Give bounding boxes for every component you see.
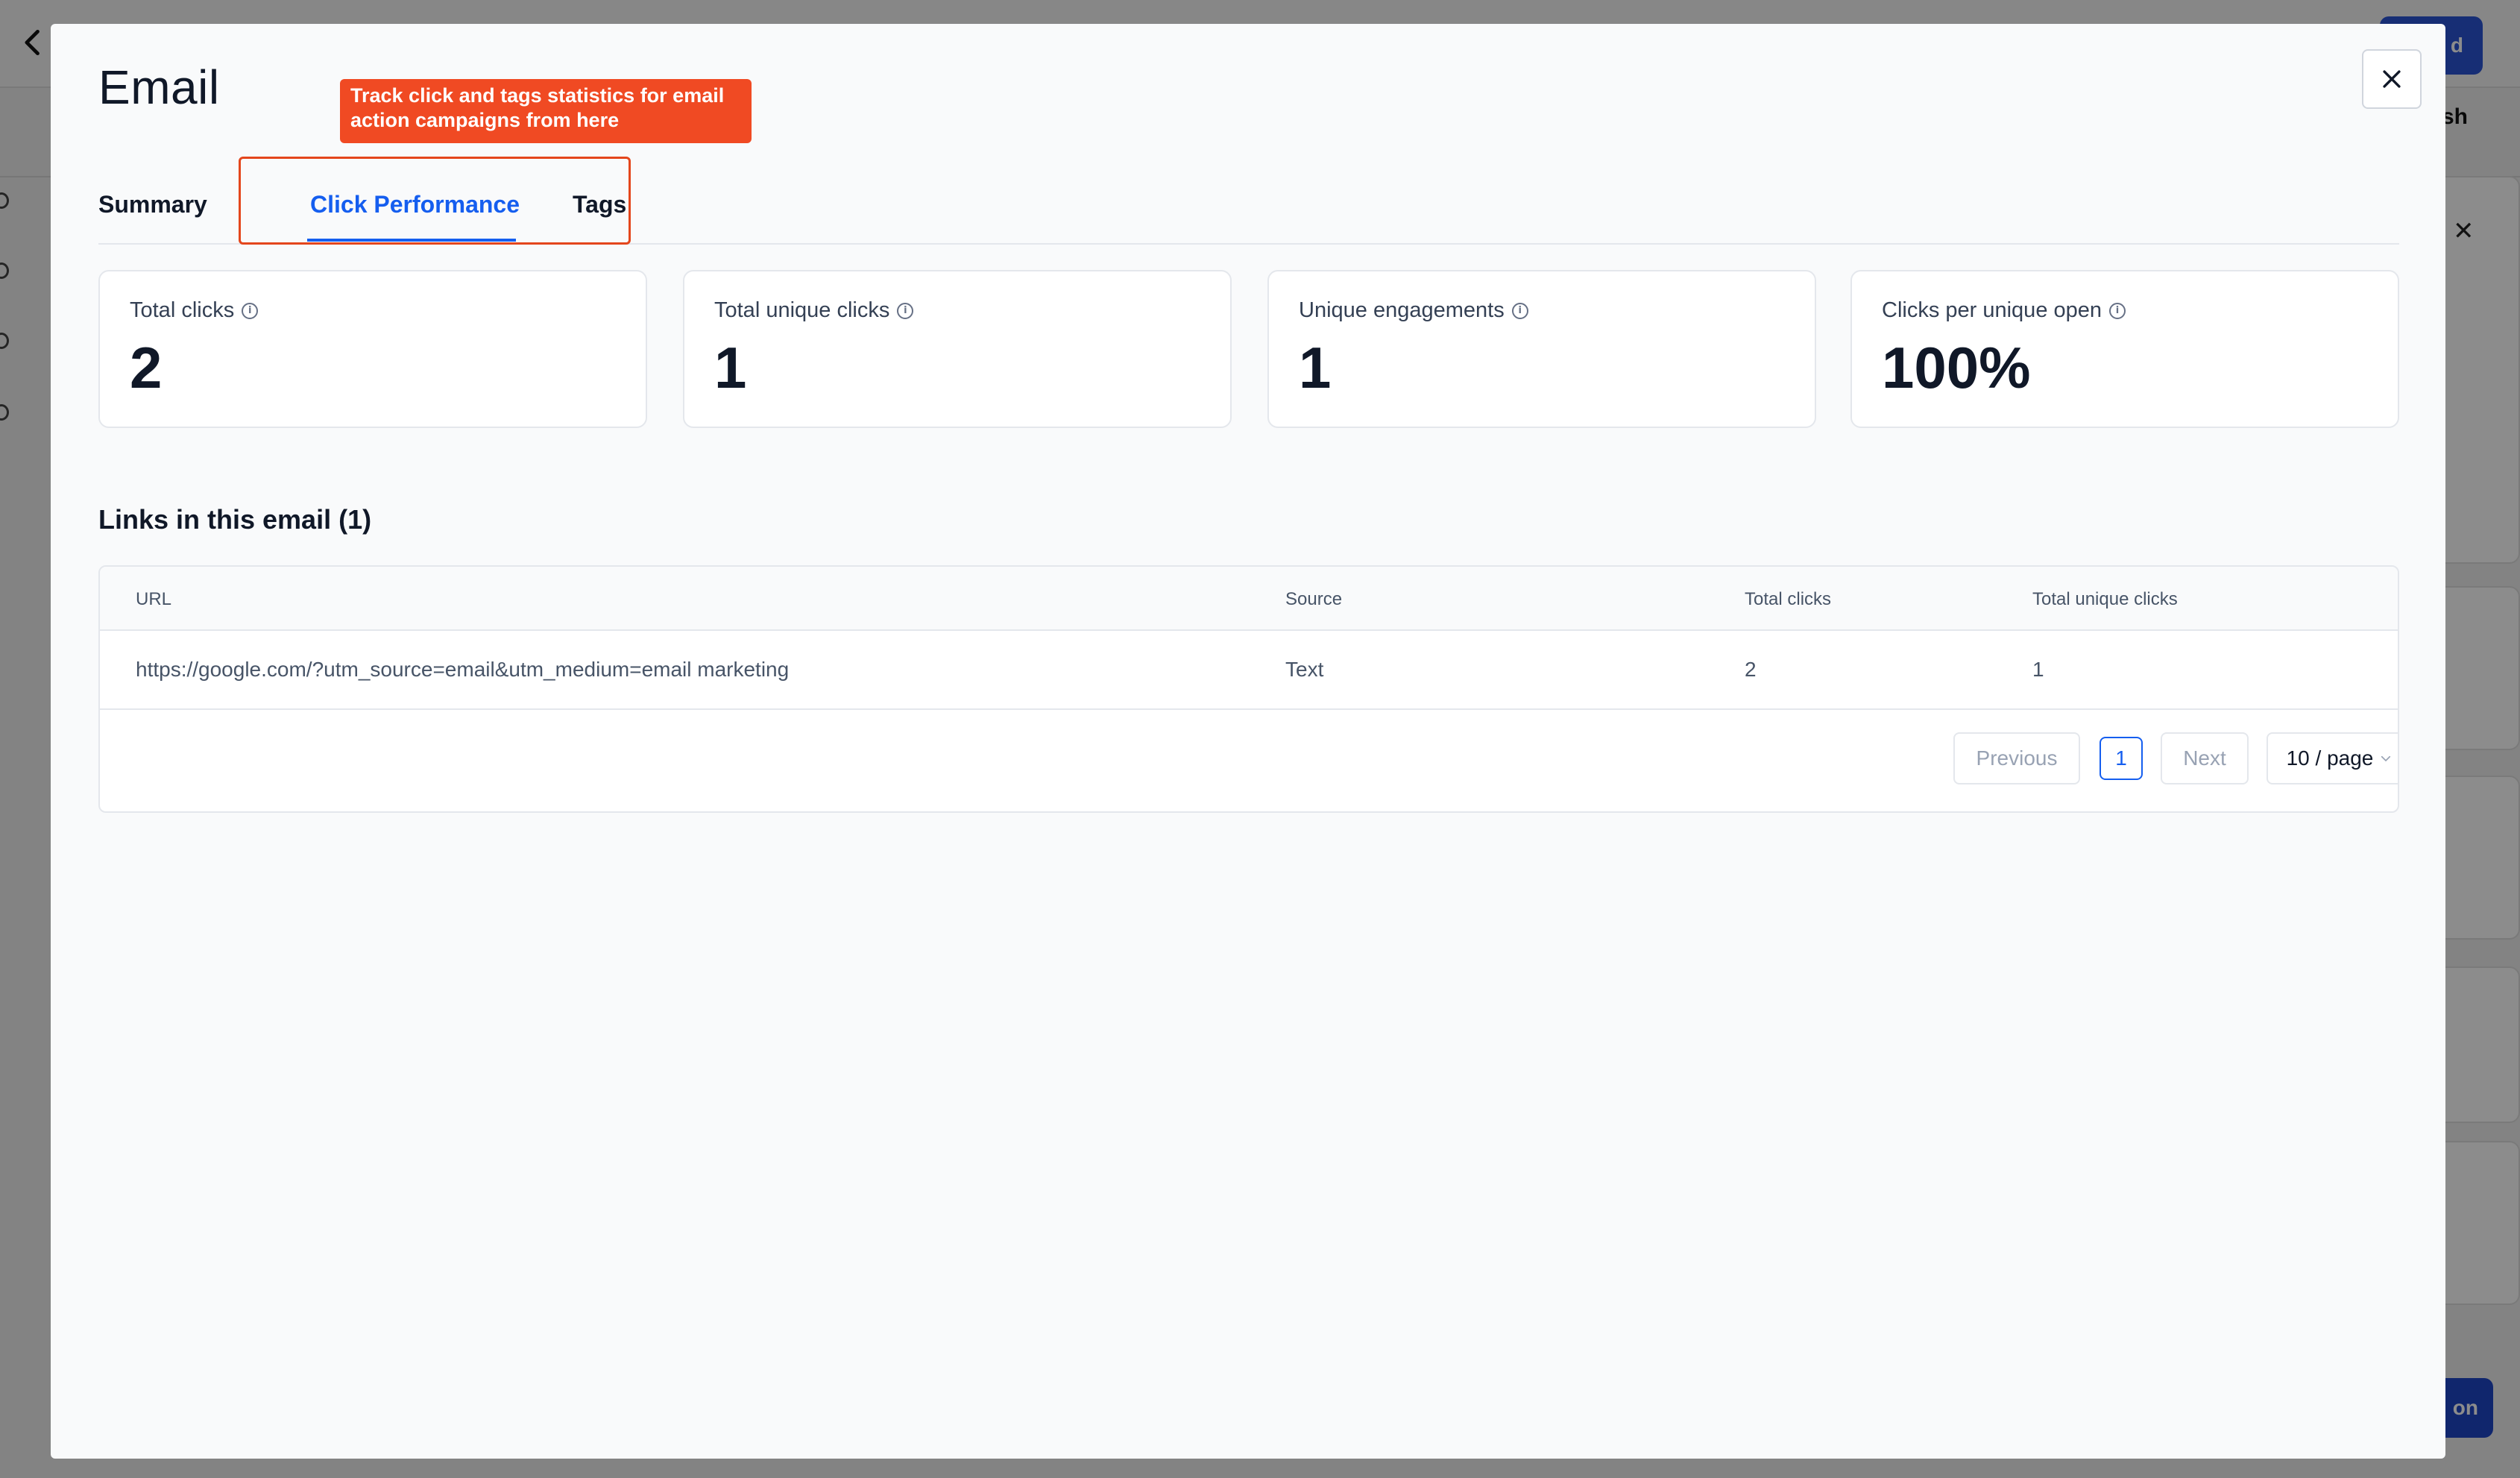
cell-total-unique-clicks: 1	[2032, 658, 2044, 681]
info-icon[interactable]: i	[897, 302, 914, 319]
cell-url[interactable]: https://google.com/?utm_source=email&utm…	[136, 658, 789, 682]
cell-source: Text	[1285, 658, 1324, 681]
next-page-button[interactable]: Next	[2161, 732, 2249, 784]
stat-card-total-unique-clicks: Total unique clicks i 1	[683, 270, 1232, 428]
stat-label-container: Total unique clicks i	[714, 298, 914, 323]
info-icon[interactable]: i	[242, 302, 259, 319]
column-header-total-unique-clicks[interactable]: Total unique clicks	[2032, 589, 2178, 610]
page-1-button[interactable]: 1	[2100, 737, 2143, 780]
column-header-source[interactable]: Source	[1285, 589, 1342, 610]
cell-total-clicks: 2	[1745, 658, 1757, 681]
column-header-total-clicks[interactable]: Total clicks	[1745, 589, 1831, 610]
stat-value: 1	[714, 335, 747, 400]
previous-page-button[interactable]: Previous	[1953, 732, 2080, 784]
stat-label-container: Clicks per unique open i	[1882, 298, 2126, 323]
email-stats-modal: Email Track click and tags statistics fo…	[51, 24, 2445, 1459]
stat-value: 1	[1299, 335, 1332, 400]
close-icon	[2383, 70, 2401, 88]
guide-callout: Track click and tags statistics for emai…	[340, 79, 752, 143]
stat-label: Clicks per unique open	[1882, 298, 2102, 322]
page-size-label: 10 / page	[2286, 746, 2374, 770]
stat-label: Total clicks	[130, 298, 235, 322]
stat-card-unique-engagements: Unique engagements i 1	[1267, 270, 1816, 428]
page-size-select[interactable]: 10 / page	[2267, 732, 2398, 784]
stat-label-container: Total clicks i	[130, 298, 259, 323]
close-button[interactable]	[2362, 49, 2422, 109]
stat-label-container: Unique engagements i	[1299, 298, 1528, 323]
stat-value: 100%	[1882, 335, 2031, 400]
links-heading: Links in this email (1)	[98, 504, 372, 535]
stat-label: Unique engagements	[1299, 298, 1505, 322]
modal-title: Email	[98, 60, 220, 114]
chevron-down-icon	[2381, 755, 2391, 761]
tab-summary[interactable]: Summary	[98, 191, 207, 218]
stat-label: Total unique clicks	[714, 298, 890, 322]
stat-card-clicks-per-unique-open: Clicks per unique open i 100%	[1850, 270, 2399, 428]
table-header: URL Source Total clicks Total unique cli…	[100, 567, 2398, 631]
table-row: https://google.com/?utm_source=email&utm…	[100, 631, 2398, 710]
links-table: URL Source Total clicks Total unique cli…	[98, 565, 2399, 813]
info-icon[interactable]: i	[1511, 302, 1528, 319]
stat-value: 2	[130, 335, 163, 400]
column-header-url[interactable]: URL	[136, 589, 171, 610]
tabs-highlight-box	[239, 157, 631, 245]
stat-card-total-clicks: Total clicks i 2	[98, 270, 647, 428]
info-icon[interactable]: i	[2109, 302, 2126, 319]
